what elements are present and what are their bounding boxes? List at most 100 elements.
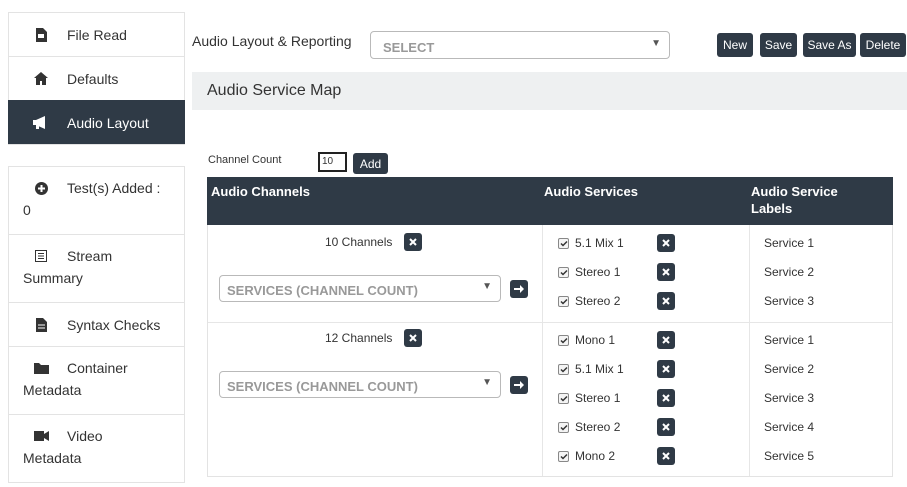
remove-service-button[interactable] [657, 263, 675, 281]
sidebar-item-container-metadata[interactable]: Container Metadata [8, 346, 185, 414]
service-checkbox[interactable] [558, 295, 569, 307]
channel-count-label: Channel Count [208, 154, 282, 166]
remove-channel-group-button[interactable] [404, 233, 422, 251]
remove-service-button[interactable] [657, 292, 675, 310]
service-row: Stereo 2 [558, 418, 620, 436]
remove-service-button[interactable] [657, 418, 675, 436]
sidebar-item-label: Video [67, 428, 103, 444]
row-divider [208, 322, 892, 323]
add-button[interactable]: Add [353, 153, 388, 174]
table-body: 10 Channels SERVICES (CHANNEL COUNT) ▼ 5… [207, 225, 893, 477]
sidebar-item-label: Test(s) Added : [67, 180, 161, 196]
close-icon [662, 336, 670, 344]
close-icon [662, 394, 670, 402]
sidebar-item-label: Defaults [67, 70, 119, 87]
sidebar-item-file-read[interactable]: File Read [8, 12, 185, 56]
channel-count-input[interactable]: 10 [318, 152, 347, 172]
services-select[interactable]: SERVICES (CHANNEL COUNT) ▼ [219, 371, 501, 398]
close-icon [409, 334, 417, 342]
services-select-value: SERVICES (CHANNEL COUNT) [227, 283, 418, 298]
service-checkbox[interactable] [558, 421, 569, 433]
column-divider [749, 225, 750, 476]
service-row: 5.1 Mix 1 [558, 234, 624, 252]
service-name: Stereo 1 [575, 391, 621, 405]
service-name: Stereo 1 [575, 265, 621, 279]
close-icon [662, 268, 670, 276]
service-label: Service 1 [764, 236, 815, 250]
layout-label: Audio Layout & Reporting [192, 33, 352, 49]
service-checkbox[interactable] [558, 334, 569, 346]
sidebar-item-sub: Summary [23, 270, 83, 286]
sidebar-item-sub: Metadata [23, 382, 82, 398]
sidebar-item-audio-layout[interactable]: Audio Layout [8, 100, 185, 144]
service-row: 5.1 Mix 1 [558, 360, 624, 378]
plus-circle-icon [33, 180, 49, 196]
close-icon [662, 297, 670, 305]
panel-title: Audio Service Map [192, 72, 907, 110]
table-header: Audio Channels Audio Services Audio Serv… [207, 177, 893, 225]
header-audio-channels: Audio Channels [211, 184, 310, 199]
channels-label: 12 Channels [325, 331, 393, 345]
service-label: Service 3 [764, 391, 815, 405]
folder-icon [33, 360, 49, 376]
service-label: Service 2 [764, 362, 815, 376]
remove-service-button[interactable] [657, 447, 675, 465]
service-checkbox[interactable] [558, 363, 569, 375]
services-select[interactable]: SERVICES (CHANNEL COUNT) ▼ [219, 275, 501, 302]
header-audio-service-labels: Audio Service Labels [751, 184, 838, 216]
save-as-button[interactable]: Save As [803, 33, 856, 57]
service-checkbox[interactable] [558, 266, 569, 278]
close-icon [662, 452, 670, 460]
service-row: Stereo 2 [558, 292, 620, 310]
layout-select[interactable]: SELECT ▼ [370, 31, 670, 59]
service-label: Service 2 [764, 265, 815, 279]
sidebar-item-tests-added[interactable]: Test(s) Added : 0 [8, 166, 185, 234]
remove-service-button[interactable] [657, 389, 675, 407]
sidebar-item-defaults[interactable]: Defaults [8, 56, 185, 100]
sidebar-item-stream-summary[interactable]: Stream Summary [8, 234, 185, 302]
chevron-down-icon: ▼ [482, 281, 492, 292]
delete-button[interactable]: Delete [860, 33, 906, 57]
new-button[interactable]: New [717, 33, 753, 57]
service-name: Mono 1 [575, 333, 616, 347]
apply-services-button[interactable] [510, 376, 528, 394]
service-checkbox[interactable] [558, 392, 569, 404]
sidebar-item-label: Syntax Checks [67, 316, 161, 333]
service-label: Service 4 [764, 420, 815, 434]
arrow-right-icon [514, 381, 524, 389]
service-name: 5.1 Mix 1 [575, 236, 624, 250]
remove-service-button[interactable] [657, 360, 675, 378]
services-select-value: SERVICES (CHANNEL COUNT) [227, 379, 418, 394]
service-row: Mono 1 [558, 331, 615, 349]
service-name: Mono 2 [575, 449, 616, 463]
service-name: 5.1 Mix 1 [575, 362, 624, 376]
apply-services-button[interactable] [510, 280, 528, 298]
sidebar-spacer [8, 144, 185, 166]
sidebar-bottom-border [8, 482, 185, 483]
service-row: Stereo 1 [558, 263, 620, 281]
sidebar-item-syntax-checks[interactable]: Syntax Checks [8, 302, 185, 346]
service-checkbox[interactable] [558, 450, 569, 462]
service-name: Stereo 2 [575, 420, 621, 434]
layout-select-value: SELECT [383, 40, 435, 55]
service-label: Service 1 [764, 333, 815, 347]
sidebar-item-sub: Metadata [23, 450, 82, 466]
remove-channel-group-button[interactable] [404, 329, 422, 347]
sidebar-item-label: Container [67, 360, 128, 376]
service-label: Service 3 [764, 294, 815, 308]
arrow-right-icon [514, 285, 524, 293]
video-camera-icon [33, 428, 49, 444]
service-checkbox[interactable] [558, 237, 569, 249]
sidebar-item-video-metadata[interactable]: Video Metadata [8, 414, 185, 482]
column-divider [542, 225, 543, 476]
sidebar-item-label: Stream [67, 248, 113, 264]
remove-service-button[interactable] [657, 331, 675, 349]
service-name: Stereo 2 [575, 294, 621, 308]
file-icon [33, 27, 49, 43]
remove-service-button[interactable] [657, 234, 675, 252]
service-row: Mono 2 [558, 447, 615, 465]
header-audio-services: Audio Services [544, 184, 638, 199]
close-icon [662, 239, 670, 247]
save-button[interactable]: Save [760, 33, 797, 57]
chevron-down-icon: ▼ [651, 38, 661, 49]
